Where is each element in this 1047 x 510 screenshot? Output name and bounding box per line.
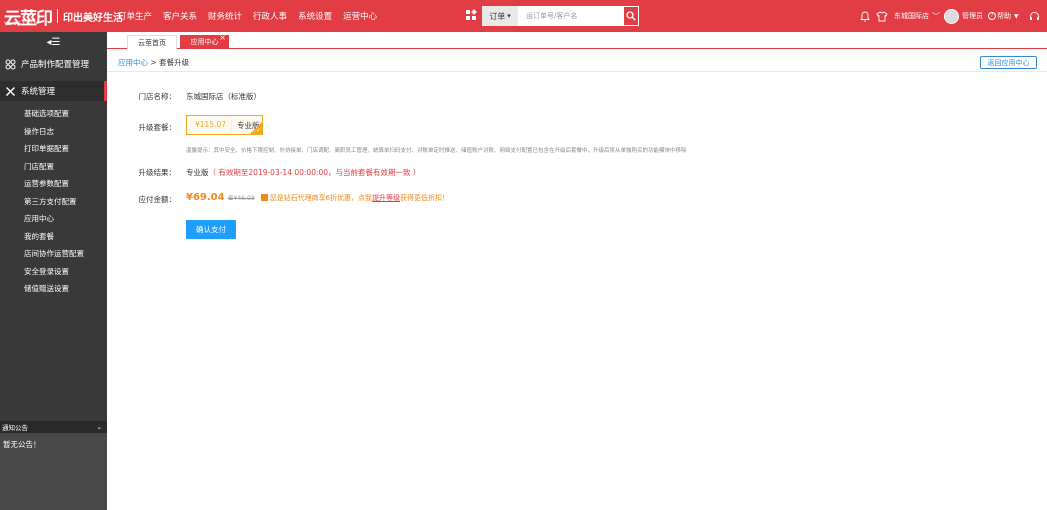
breadcrumb: 应用中心 > 套餐升级 (118, 57, 189, 68)
breadcrumb-parent[interactable]: 应用中心 (118, 58, 148, 67)
nav-customers[interactable]: 客户关系 (163, 10, 197, 22)
caret-down-icon: ▼ (1014, 12, 1019, 20)
notice-title: 通知公告 (2, 424, 28, 432)
nav-admin[interactable]: 行政人事 (253, 10, 287, 22)
search-input[interactable] (518, 6, 623, 26)
tab-bar: 云莖首页 应用中心 × (107, 32, 1047, 49)
sidebar-collapse-toggle[interactable]: ◂☰ (0, 32, 107, 52)
submenu-stored-value[interactable]: 储值赠送设置 (0, 280, 107, 298)
result-value: 专业版（ 有效期至2019-03-14 00:00:00，与当前套餐有效期一致 … (186, 167, 420, 178)
system-submenu: 基础选项配置 操作日志 打印单据配置 门店配置 运营参数配置 第三方支付配置 应… (0, 105, 107, 298)
logo-subtext: YUNSIYIN (4, 21, 39, 26)
search-type-label: 订单 (489, 11, 506, 21)
headset-icon[interactable] (1029, 0, 1040, 32)
shirt-icon[interactable] (876, 0, 888, 32)
amount-row: ¥69.04 省¥46.03 您是钻石代理商享6折优惠，点我提升等级获得更低折扣！ (186, 192, 449, 203)
user-name: 管理员 (962, 12, 983, 20)
submenu-security-login[interactable]: 安全登录设置 (0, 263, 107, 281)
search-button[interactable] (623, 6, 639, 26)
upgrade-level-link[interactable]: 提升等级 (372, 194, 400, 202)
package-price: ¥115.07 (187, 119, 233, 131)
back-to-app-center-button[interactable]: 返回应用中心 (980, 56, 1037, 69)
sidebar: ◂☰ 产品制作配置管理 系统管理 基础选项配置 操作日志 打印单据配置 门店配置… (0, 32, 107, 510)
notice-header[interactable]: 通知公告 ⌄ (0, 421, 107, 433)
result-validity: （ 有效期至2019-03-14 00:00:00，与当前套餐有效期一致 ） (208, 168, 421, 177)
sidebar-item-label: 产品制作配置管理 (21, 60, 90, 70)
search-type-select[interactable]: 订单 ▾ (482, 6, 518, 26)
submenu-third-party-pay[interactable]: 第三方支付配置 (0, 193, 107, 211)
breadcrumb-separator: > (150, 58, 157, 67)
gift-icon (260, 194, 268, 201)
top-bar: 云莖印 YUNSIYIN 印出美好生活 订单生产 客户关系 财务统计 行政人事 … (0, 0, 1047, 32)
submenu-basic-options[interactable]: 基础选项配置 (0, 105, 107, 123)
chevron-down-icon: ⌄ (96, 423, 102, 431)
upgrade-tip: 温馨提示：其中安全、价格下限控制、外协接单、门店调配、离职员工管理、统算单扫码支… (186, 148, 687, 154)
tools-icon (4, 85, 16, 97)
tab-label: 云莖首页 (138, 38, 166, 47)
submenu-store-collab[interactable]: 店间协作运营配置 (0, 245, 107, 263)
notice-text: 暂无公告！ (3, 440, 41, 449)
submenu-print-config[interactable]: 打印单据配置 (0, 140, 107, 158)
nav-finance[interactable]: 财务统计 (208, 10, 242, 22)
confirm-payment-button[interactable]: 确认支付 (186, 220, 236, 239)
promo-post: 获得更低折扣！ (400, 194, 450, 202)
amount-value: ¥69.04 (186, 192, 225, 203)
submenu-operation-params[interactable]: 运营参数配置 (0, 175, 107, 193)
help-menu[interactable]: ? 帮助 ▼ (988, 0, 1019, 32)
nodes-icon (4, 58, 16, 70)
promo-pre: 您是钻石代理商享6折优惠，点我 (269, 194, 373, 202)
amount-label: 应付金额： (138, 195, 177, 204)
menu-collapse-icon: ◂☰ (46, 36, 61, 48)
store-name-label: 门店名称： (138, 92, 177, 101)
sidebar-item-label: 系统管理 (21, 87, 56, 97)
chevron-down-icon: ▾ (507, 12, 511, 20)
tab-app-center[interactable]: 应用中心 × (180, 33, 229, 49)
close-icon[interactable]: × (219, 33, 226, 42)
logo[interactable]: 云莖印 YUNSIYIN 印出美好生活 (4, 5, 123, 29)
submenu-operation-log[interactable]: 操作日志 (0, 123, 107, 141)
submenu-my-package[interactable]: 我的套餐 (0, 228, 107, 246)
store-name-value: 东城国际店（标准版） (186, 92, 261, 101)
notice-body: 暂无公告！ (0, 433, 107, 510)
logo-divider (57, 9, 58, 23)
chevron-down-icon: ﹀ (932, 11, 940, 21)
search-icon (626, 11, 636, 21)
store-switcher[interactable]: 东城国际店 ﹀ (894, 0, 940, 32)
result-package: 专业版 (186, 168, 209, 177)
nav-orders[interactable]: 订单生产 (118, 10, 152, 22)
tab-label: 应用中心 (190, 38, 219, 46)
amount-saved: 省¥46.03 (227, 195, 255, 202)
apps-grid-icon[interactable] (466, 9, 477, 21)
breadcrumb-bar: 应用中心 > 套餐升级 返回应用中心 (107, 54, 1047, 72)
package-option-selected[interactable]: ¥115.07 专业版 ✓ (186, 115, 263, 135)
check-icon: ✓ (255, 127, 261, 134)
search-box: 订单 ▾ (482, 6, 639, 26)
nav-settings[interactable]: 系统设置 (298, 10, 332, 22)
package-label: 升级套餐： (138, 123, 177, 132)
breadcrumb-current: 套餐升级 (159, 58, 190, 67)
sidebar-item-product-config[interactable]: 产品制作配置管理 (0, 54, 107, 74)
avatar (944, 8, 959, 24)
nav-operations[interactable]: 运营中心 (343, 10, 377, 22)
help-icon: ? (988, 12, 996, 20)
sidebar-item-system[interactable]: 系统管理 (0, 81, 107, 101)
store-name: 东城国际店 (894, 12, 929, 20)
user-menu[interactable]: 管理员 (944, 0, 983, 32)
tab-home[interactable]: 云莖首页 (127, 35, 177, 49)
result-label: 升级结果： (138, 168, 177, 177)
help-label: 帮助 (997, 12, 1011, 20)
submenu-store-config[interactable]: 门店配置 (0, 158, 107, 176)
logo-slogan: 印出美好生活 (63, 12, 123, 24)
submenu-app-center[interactable]: 应用中心 (0, 210, 107, 228)
bell-icon[interactable] (860, 0, 870, 32)
promo-text: 您是钻石代理商享6折优惠，点我提升等级获得更低折扣！ (270, 194, 449, 202)
top-nav: 订单生产 客户关系 财务统计 行政人事 系统设置 运营中心 (118, 0, 388, 32)
